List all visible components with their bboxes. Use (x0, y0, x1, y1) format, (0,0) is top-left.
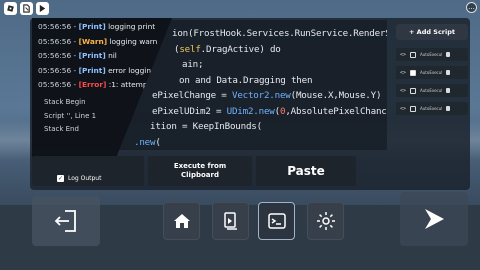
execute-clipboard-label-line1: Execute from (173, 162, 227, 170)
trash-icon[interactable] (446, 106, 451, 111)
log-level: [Warn] (78, 36, 108, 46)
code-line: ain; (182, 59, 204, 70)
code-icon[interactable]: <> (400, 88, 406, 94)
execute-clipboard-button[interactable]: Execute from Clipboard (148, 156, 252, 186)
document-icon[interactable] (20, 2, 33, 15)
log-timestamp: 05:56:56 - (38, 22, 79, 31)
code-line: .new( (134, 137, 161, 148)
code-token: ePixelChange = (152, 90, 232, 101)
roblox-logo-icon[interactable] (4, 2, 17, 15)
log-entry: 05:56:56 - [Print] nil (38, 51, 117, 60)
code-icon[interactable]: <> (400, 52, 406, 58)
autoexec-checkbox[interactable] (410, 69, 417, 76)
log-message: :1: attempt (106, 80, 151, 89)
scripts-icon (223, 212, 237, 230)
code-line: ition = KeepInBounds( (150, 121, 262, 132)
log-timestamp: 05:56:56 - (38, 36, 79, 46)
code-token: ( (155, 136, 161, 148)
back-button[interactable] (32, 196, 100, 246)
code-token: ePixelUDim2 = (152, 105, 227, 117)
stack-trace-line: Script '', Line 1 (44, 111, 97, 120)
execute-clipboard-label-line2: Clipboard (181, 171, 219, 179)
code-token: ,AbsolutePixelChanc (285, 105, 387, 117)
script-row[interactable]: <> AutoExecute (396, 84, 468, 97)
log-entry: 05:56:56 - [Print] logging print (38, 22, 155, 31)
code-token: on and Data.Dragging then (179, 74, 313, 86)
script-row[interactable]: <> AutoExecute (396, 48, 468, 61)
script-name: AutoExecute (420, 106, 442, 111)
brand-logo-button[interactable] (400, 192, 468, 246)
log-level: [Print] (78, 51, 106, 60)
code-token: (Mouse.X,Mouse.Y) - D (290, 90, 387, 101)
scripts-button[interactable] (212, 202, 249, 240)
home-icon (173, 214, 190, 228)
autoexec-checkbox[interactable] (410, 87, 417, 94)
stack-trace-line: Stack End (44, 125, 79, 133)
brand-logo-icon (425, 209, 444, 229)
add-script-button[interactable]: + Add Script (396, 24, 468, 40)
terminal-button[interactable] (258, 202, 295, 240)
autoexec-checkbox[interactable] (410, 105, 417, 112)
log-timestamp: 05:56:56 - (38, 80, 79, 89)
code-token: .DragActive) do (200, 43, 281, 55)
settings-button[interactable] (307, 202, 344, 240)
stack-trace-line: Stack Begin (44, 98, 86, 106)
trash-icon[interactable] (446, 52, 451, 57)
trash-icon[interactable] (446, 70, 451, 75)
code-token: self (179, 43, 201, 55)
log-output-label: Log Output (68, 175, 102, 182)
code-line: ion(FrostHook.Services.RunService.Render… (172, 28, 387, 39)
log-output-toggle[interactable]: ✓ Log Output (57, 175, 101, 182)
log-level: [Print] (78, 22, 106, 31)
terminal-icon (267, 213, 286, 229)
code-line: ePixelUDim2 = UDim2.new(0,AbsolutePixelC… (152, 106, 387, 117)
code-token: ain; (182, 59, 204, 70)
log-entry: 05:56:56 - [Print] error logging (38, 66, 156, 75)
code-token: Vector2.new (231, 90, 291, 101)
log-timestamp: 05:56:56 - (38, 51, 79, 60)
log-message: logging print (105, 22, 156, 31)
script-name: AutoExecute (420, 70, 442, 75)
log-entry: 05:56:56 - [Error] :1: attempt (38, 80, 150, 89)
log-timestamp: 05:56:56 - (38, 65, 79, 75)
log-entry: 05:56:56 - [Warn] logging warn (38, 37, 157, 46)
script-name: AutoExecute (420, 88, 442, 93)
script-row[interactable]: <> AutoExecute (396, 66, 468, 79)
code-token: ion(FrostHook.Services.RunService.Render… (172, 28, 387, 39)
log-output-checkbox[interactable]: ✓ (57, 175, 64, 182)
script-name: AutoExecute (420, 52, 442, 57)
log-message: logging warn (107, 36, 158, 46)
settings-icon (316, 212, 335, 230)
log-level: [Print] (78, 65, 106, 75)
autoexec-checkbox[interactable] (410, 51, 417, 58)
play-icon[interactable] (36, 2, 49, 15)
menu-icon[interactable]: ... (466, 2, 477, 13)
code-token: UDim2.new (226, 105, 275, 117)
paste-button[interactable]: Paste (256, 156, 356, 186)
code-icon[interactable]: <> (400, 106, 406, 112)
log-message: nil (105, 51, 117, 60)
trash-icon[interactable] (446, 88, 451, 93)
exit-icon (54, 210, 76, 232)
home-button[interactable] (163, 202, 200, 240)
code-token: .new (134, 136, 156, 148)
script-list: + Add Script <>AutoExecute<>AutoExecute<… (396, 24, 468, 144)
code-line: (self.DragActive) do (174, 44, 281, 55)
code-line: ePixelChange = Vector2.new(Mouse.X,Mouse… (152, 90, 387, 101)
log-message: error logging (105, 65, 156, 75)
log-level: [Error] (78, 80, 107, 89)
paste-label: Paste (287, 164, 325, 178)
code-line: on and Data.Dragging then (179, 75, 312, 86)
code-icon[interactable]: <> (400, 70, 406, 76)
script-row[interactable]: <> AutoExecute (396, 102, 468, 115)
code-token: ition = KeepInBounds( (150, 121, 262, 132)
